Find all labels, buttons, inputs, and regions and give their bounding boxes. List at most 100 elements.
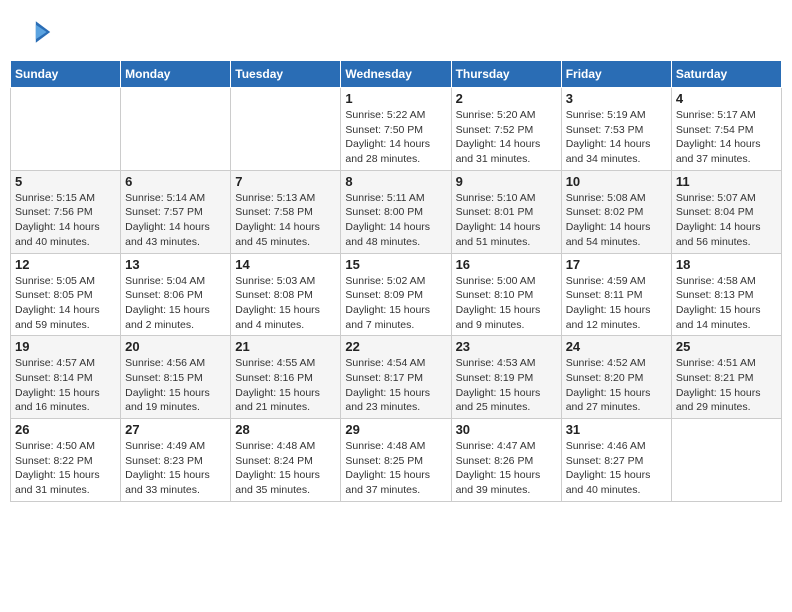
weekday-header: Tuesday: [231, 61, 341, 88]
day-number: 20: [125, 339, 226, 354]
weekday-header: Sunday: [11, 61, 121, 88]
calendar-week-row: 5 Sunrise: 5:15 AMSunset: 7:56 PMDaylight…: [11, 170, 782, 253]
day-detail: Sunrise: 4:59 AMSunset: 8:11 PMDaylight:…: [566, 274, 667, 333]
calendar-cell: 20 Sunrise: 4:56 AMSunset: 8:15 PMDayligh…: [121, 336, 231, 419]
day-detail: Sunrise: 4:50 AMSunset: 8:22 PMDaylight:…: [15, 439, 116, 498]
calendar-cell: 19 Sunrise: 4:57 AMSunset: 8:14 PMDayligh…: [11, 336, 121, 419]
day-detail: Sunrise: 5:15 AMSunset: 7:56 PMDaylight:…: [15, 191, 116, 250]
day-detail: Sunrise: 5:02 AMSunset: 8:09 PMDaylight:…: [345, 274, 446, 333]
calendar-cell: 17 Sunrise: 4:59 AMSunset: 8:11 PMDayligh…: [561, 253, 671, 336]
day-detail: Sunrise: 4:58 AMSunset: 8:13 PMDaylight:…: [676, 274, 777, 333]
day-detail: Sunrise: 4:55 AMSunset: 8:16 PMDaylight:…: [235, 356, 336, 415]
day-number: 27: [125, 422, 226, 437]
day-detail: Sunrise: 4:48 AMSunset: 8:25 PMDaylight:…: [345, 439, 446, 498]
calendar-cell: [671, 419, 781, 502]
logo-icon: [16, 14, 52, 50]
calendar-cell: 13 Sunrise: 5:04 AMSunset: 8:06 PMDayligh…: [121, 253, 231, 336]
weekday-header: Saturday: [671, 61, 781, 88]
calendar-cell: 30 Sunrise: 4:47 AMSunset: 8:26 PMDayligh…: [451, 419, 561, 502]
day-number: 7: [235, 174, 336, 189]
weekday-header: Friday: [561, 61, 671, 88]
page-header: [10, 10, 782, 54]
calendar-cell: 16 Sunrise: 5:00 AMSunset: 8:10 PMDayligh…: [451, 253, 561, 336]
calendar-cell: 14 Sunrise: 5:03 AMSunset: 8:08 PMDayligh…: [231, 253, 341, 336]
day-number: 17: [566, 257, 667, 272]
day-number: 9: [456, 174, 557, 189]
day-number: 14: [235, 257, 336, 272]
calendar-cell: 2 Sunrise: 5:20 AMSunset: 7:52 PMDaylight…: [451, 88, 561, 171]
calendar-cell: 28 Sunrise: 4:48 AMSunset: 8:24 PMDayligh…: [231, 419, 341, 502]
calendar-cell: 11 Sunrise: 5:07 AMSunset: 8:04 PMDayligh…: [671, 170, 781, 253]
day-number: 28: [235, 422, 336, 437]
day-detail: Sunrise: 5:19 AMSunset: 7:53 PMDaylight:…: [566, 108, 667, 167]
calendar-week-row: 19 Sunrise: 4:57 AMSunset: 8:14 PMDayligh…: [11, 336, 782, 419]
day-number: 12: [15, 257, 116, 272]
day-detail: Sunrise: 4:54 AMSunset: 8:17 PMDaylight:…: [345, 356, 446, 415]
day-number: 15: [345, 257, 446, 272]
weekday-header: Wednesday: [341, 61, 451, 88]
calendar-cell: 15 Sunrise: 5:02 AMSunset: 8:09 PMDayligh…: [341, 253, 451, 336]
day-number: 16: [456, 257, 557, 272]
calendar-cell: 21Sunrise: 4:55 AMSunset: 8:16 PMDayligh…: [231, 336, 341, 419]
day-number: 3: [566, 91, 667, 106]
day-number: 29: [345, 422, 446, 437]
day-number: 23: [456, 339, 557, 354]
day-number: 25: [676, 339, 777, 354]
day-number: 26: [15, 422, 116, 437]
day-number: 6: [125, 174, 226, 189]
weekday-header: Thursday: [451, 61, 561, 88]
day-number: 2: [456, 91, 557, 106]
day-detail: Sunrise: 5:00 AMSunset: 8:10 PMDaylight:…: [456, 274, 557, 333]
calendar-cell: 4Sunrise: 5:17 AMSunset: 7:54 PMDaylight…: [671, 88, 781, 171]
day-detail: Sunrise: 5:10 AMSunset: 8:01 PMDaylight:…: [456, 191, 557, 250]
day-detail: Sunrise: 5:08 AMSunset: 8:02 PMDaylight:…: [566, 191, 667, 250]
day-detail: Sunrise: 4:48 AMSunset: 8:24 PMDaylight:…: [235, 439, 336, 498]
day-number: 10: [566, 174, 667, 189]
calendar-cell: 5 Sunrise: 5:15 AMSunset: 7:56 PMDaylight…: [11, 170, 121, 253]
calendar-body: 1Sunrise: 5:22 AMSunset: 7:50 PMDaylight…: [11, 88, 782, 502]
day-number: 18: [676, 257, 777, 272]
calendar-cell: 29 Sunrise: 4:48 AMSunset: 8:25 PMDayligh…: [341, 419, 451, 502]
calendar-cell: [121, 88, 231, 171]
calendar-week-row: 12 Sunrise: 5:05 AMSunset: 8:05 PMDayligh…: [11, 253, 782, 336]
day-number: 24: [566, 339, 667, 354]
day-number: 4: [676, 91, 777, 106]
day-detail: Sunrise: 4:57 AMSunset: 8:14 PMDaylight:…: [15, 356, 116, 415]
logo: [16, 14, 56, 50]
calendar-week-row: 1Sunrise: 5:22 AMSunset: 7:50 PMDaylight…: [11, 88, 782, 171]
weekday-header: Monday: [121, 61, 231, 88]
day-detail: Sunrise: 5:03 AMSunset: 8:08 PMDaylight:…: [235, 274, 336, 333]
day-detail: Sunrise: 4:53 AMSunset: 8:19 PMDaylight:…: [456, 356, 557, 415]
day-number: 13: [125, 257, 226, 272]
day-number: 11: [676, 174, 777, 189]
calendar-week-row: 26 Sunrise: 4:50 AMSunset: 8:22 PMDayligh…: [11, 419, 782, 502]
day-detail: Sunrise: 4:52 AMSunset: 8:20 PMDaylight:…: [566, 356, 667, 415]
day-number: 31: [566, 422, 667, 437]
calendar-cell: 25Sunrise: 4:51 AMSunset: 8:21 PMDayligh…: [671, 336, 781, 419]
calendar-cell: 8Sunrise: 5:11 AMSunset: 8:00 PMDaylight…: [341, 170, 451, 253]
day-detail: Sunrise: 5:20 AMSunset: 7:52 PMDaylight:…: [456, 108, 557, 167]
calendar-cell: 6Sunrise: 5:14 AMSunset: 7:57 PMDaylight…: [121, 170, 231, 253]
day-detail: Sunrise: 4:49 AMSunset: 8:23 PMDaylight:…: [125, 439, 226, 498]
day-detail: Sunrise: 5:05 AMSunset: 8:05 PMDaylight:…: [15, 274, 116, 333]
calendar-cell: 7 Sunrise: 5:13 AMSunset: 7:58 PMDaylight…: [231, 170, 341, 253]
calendar-cell: 22 Sunrise: 4:54 AMSunset: 8:17 PMDayligh…: [341, 336, 451, 419]
calendar-cell: 1Sunrise: 5:22 AMSunset: 7:50 PMDaylight…: [341, 88, 451, 171]
calendar-cell: 18 Sunrise: 4:58 AMSunset: 8:13 PMDayligh…: [671, 253, 781, 336]
day-number: 1: [345, 91, 446, 106]
day-number: 5: [15, 174, 116, 189]
day-detail: Sunrise: 5:07 AMSunset: 8:04 PMDaylight:…: [676, 191, 777, 250]
day-detail: Sunrise: 4:56 AMSunset: 8:15 PMDaylight:…: [125, 356, 226, 415]
day-number: 30: [456, 422, 557, 437]
calendar-cell: 27 Sunrise: 4:49 AMSunset: 8:23 PMDayligh…: [121, 419, 231, 502]
calendar-cell: [11, 88, 121, 171]
day-number: 8: [345, 174, 446, 189]
day-detail: Sunrise: 5:13 AMSunset: 7:58 PMDaylight:…: [235, 191, 336, 250]
day-number: 22: [345, 339, 446, 354]
day-detail: Sunrise: 4:47 AMSunset: 8:26 PMDaylight:…: [456, 439, 557, 498]
calendar-cell: 31 Sunrise: 4:46 AMSunset: 8:27 PMDayligh…: [561, 419, 671, 502]
day-detail: Sunrise: 5:04 AMSunset: 8:06 PMDaylight:…: [125, 274, 226, 333]
calendar-header-row: SundayMondayTuesdayWednesdayThursdayFrid…: [11, 61, 782, 88]
day-detail: Sunrise: 4:46 AMSunset: 8:27 PMDaylight:…: [566, 439, 667, 498]
day-number: 19: [15, 339, 116, 354]
